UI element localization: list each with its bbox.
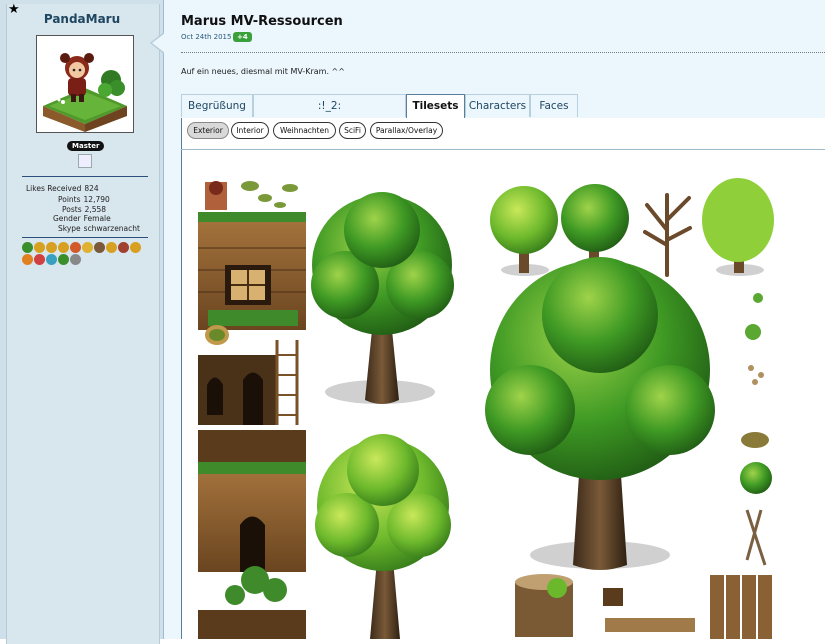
avatar[interactable] <box>36 35 134 133</box>
username[interactable]: PandaMaru <box>0 12 164 26</box>
subtab-weihnachten[interactable]: Weihnachten <box>273 122 336 139</box>
subtab-parallax-overlay[interactable]: Parallax/Overlay <box>370 122 443 139</box>
title-separator <box>181 52 825 53</box>
tab-faces[interactable]: Faces <box>530 94 578 117</box>
post-date[interactable]: Oct 24th 2015 <box>181 33 231 41</box>
post-title[interactable]: Marus MV-Ressourcen <box>181 14 343 29</box>
stat-skype: Skype schwarzenacht <box>58 224 140 233</box>
tab-nutzungsbestimmungen[interactable]: :!_2: Nutzungsbestimmungen <box>253 94 406 135</box>
broken-image-icon <box>78 154 92 168</box>
trophy-icon[interactable] <box>118 242 129 253</box>
trophy-icon[interactable] <box>70 254 81 265</box>
trophy-icon[interactable] <box>22 254 33 265</box>
trophy-icon[interactable] <box>22 242 33 253</box>
subtab-separator <box>181 149 825 150</box>
trophy-icon[interactable] <box>58 254 69 265</box>
speech-arrow-inner <box>152 33 165 53</box>
post-text: Auf ein neues, diesmal mit MV-Kram. ^^ <box>181 67 345 76</box>
trophy-icon[interactable] <box>70 242 81 253</box>
trophy-icon[interactable] <box>58 242 69 253</box>
trophy-icon[interactable] <box>106 242 117 253</box>
tileset-image[interactable] <box>195 170 825 639</box>
rank-badge: Master <box>67 141 105 151</box>
trophy-icon[interactable] <box>130 242 141 253</box>
stat-likes: Likes Received 824 <box>26 184 99 193</box>
like-count-badge[interactable]: +4 <box>233 32 252 42</box>
tab-characters[interactable]: Characters <box>465 94 530 117</box>
trophy-icon[interactable] <box>34 242 45 253</box>
subtab-exterior[interactable]: Exterior <box>187 122 229 139</box>
divider <box>22 237 148 238</box>
tileset-preview <box>198 178 774 639</box>
trophy-icon[interactable] <box>82 242 93 253</box>
trophy-icon[interactable] <box>94 242 105 253</box>
divider <box>22 176 148 177</box>
tab-begruessung[interactable]: Begrüßung <box>181 94 253 117</box>
tab-tilesets[interactable]: Tilesets <box>406 94 465 119</box>
trophy-list <box>22 242 152 265</box>
subtab-interior[interactable]: Interior <box>231 122 269 139</box>
trophy-icon[interactable] <box>34 254 45 265</box>
tab-bar: Begrüßung :!_2: Nutzungsbestimmungen Til… <box>181 94 825 135</box>
user-panel: ★ PandaMaru Master Likes Received 824 Po… <box>0 0 164 644</box>
trophy-icon[interactable] <box>46 254 57 265</box>
avatar-image <box>37 36 133 132</box>
trophy-icon[interactable] <box>46 242 57 253</box>
subtab-scifi[interactable]: SciFi <box>339 122 366 139</box>
